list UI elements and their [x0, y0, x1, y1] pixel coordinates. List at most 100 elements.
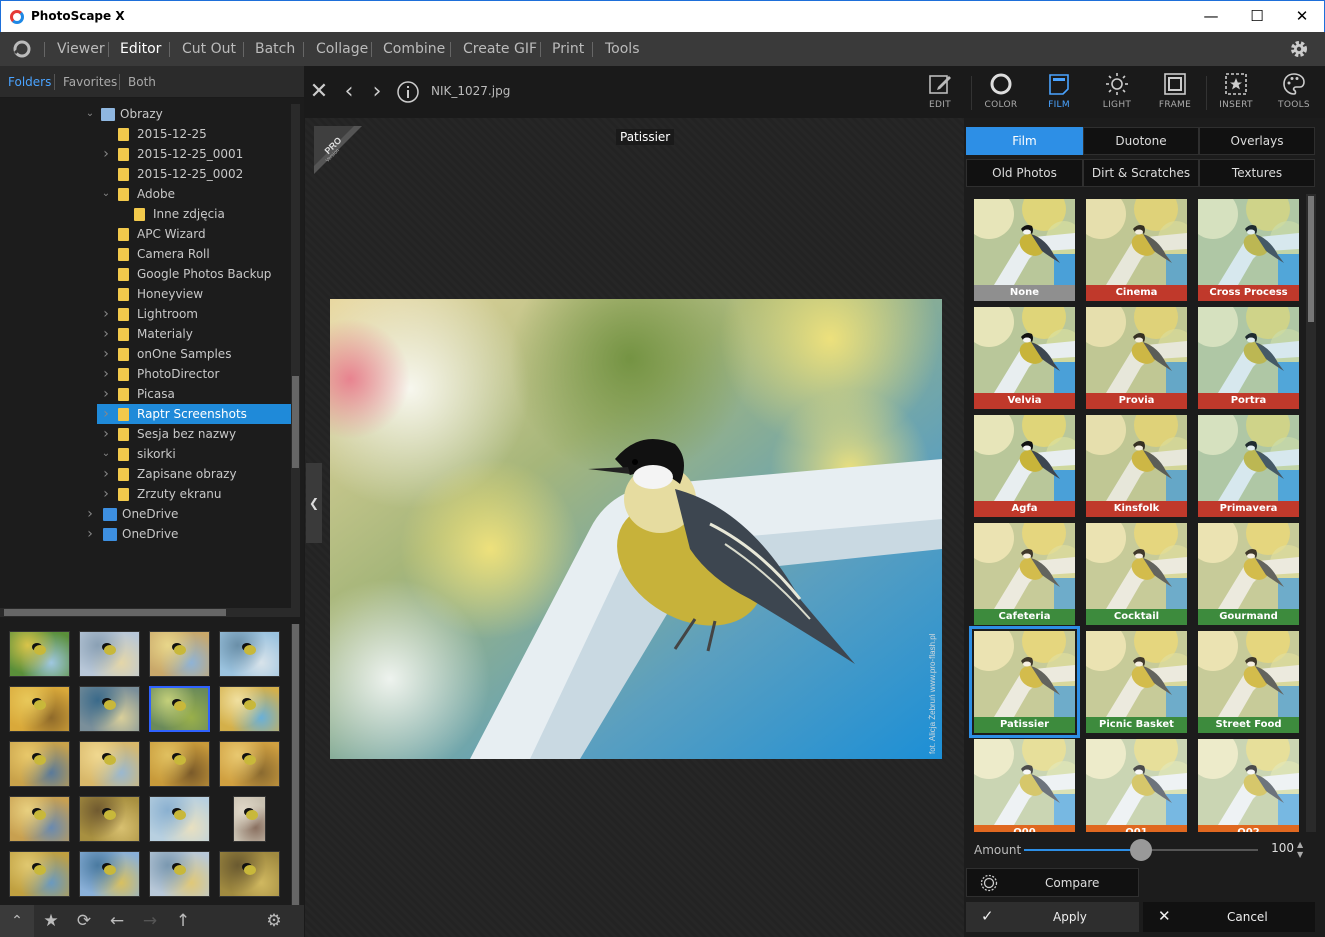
filter-primavera[interactable]: Primavera: [1198, 415, 1299, 517]
photo-thumbnail[interactable]: [149, 631, 210, 677]
menu-tools[interactable]: Tools: [605, 41, 640, 57]
chevron-right-icon[interactable]: ›: [84, 504, 96, 524]
photo-thumbnail[interactable]: [219, 631, 280, 677]
filter-cinema[interactable]: Cinema: [1086, 199, 1187, 301]
minimize-button[interactable]: —: [1188, 1, 1234, 32]
tab-folders[interactable]: Folders: [8, 75, 51, 89]
folder-tree-item[interactable]: › Picasa: [97, 384, 292, 404]
photo-thumbnail[interactable]: [149, 851, 210, 897]
back-arrow-icon[interactable]: ←: [106, 910, 128, 932]
forward-arrow-icon[interactable]: →: [139, 910, 161, 932]
photo-thumbnail[interactable]: [219, 741, 280, 787]
filter-provia[interactable]: Provia: [1086, 307, 1187, 409]
folder-tree-item[interactable]: › Zrzuty ekranu: [97, 484, 292, 504]
menu-create-gif[interactable]: Create GIF: [463, 41, 537, 57]
chevron-down-icon[interactable]: ⌄: [100, 444, 112, 464]
folder-tree-item[interactable]: ⌄ Obrazy: [86, 104, 292, 124]
tab-both[interactable]: Both: [128, 75, 156, 89]
scrollbar-thumb[interactable]: [292, 376, 299, 468]
folder-tree-item[interactable]: APC Wizard: [97, 224, 292, 244]
collapse-panel-button[interactable]: ❮: [306, 463, 322, 543]
filter-patissier[interactable]: Patissier: [969, 626, 1080, 738]
photo-thumbnail[interactable]: [9, 796, 70, 842]
filter-gourmand[interactable]: Gourmand: [1198, 523, 1299, 625]
photo-thumbnail[interactable]: [9, 851, 70, 897]
filter-cocktail[interactable]: Cocktail: [1086, 523, 1187, 625]
folder-tree-item[interactable]: › Lightroom: [97, 304, 292, 324]
settings-gear-icon[interactable]: [1288, 38, 1310, 60]
filter-street-food[interactable]: Street Food: [1198, 631, 1299, 733]
photo-thumbnail[interactable]: [233, 796, 266, 842]
tool-light[interactable]: LIGHT: [1088, 66, 1146, 118]
thumbnail-scrollbar[interactable]: [291, 624, 300, 929]
home-icon[interactable]: [12, 39, 32, 59]
amount-stepper-icon[interactable]: ▲ ▼: [1297, 840, 1303, 860]
compare-button[interactable]: Compare: [966, 868, 1139, 897]
photo-thumbnail[interactable]: [9, 631, 70, 677]
photo-thumbnail[interactable]: [79, 631, 140, 677]
folder-tree-item[interactable]: Google Photos Backup: [97, 264, 292, 284]
close-icon[interactable]: ✕: [306, 79, 332, 105]
tool-color[interactable]: COLOR: [972, 66, 1030, 118]
folder-tree-item[interactable]: Inne zdjęcia: [97, 204, 292, 224]
menu-batch[interactable]: Batch: [255, 41, 295, 57]
filter-q00[interactable]: Q00: [974, 739, 1075, 832]
tool-insert[interactable]: INSERT: [1207, 66, 1265, 118]
tab-textures[interactable]: Textures: [1199, 159, 1315, 187]
chevron-right-icon[interactable]: ›: [100, 304, 112, 324]
photo-thumbnail[interactable]: [9, 686, 70, 732]
filter-grid-scrollbar[interactable]: [1306, 194, 1316, 832]
apply-button[interactable]: ✓ Apply: [966, 902, 1139, 932]
chevron-right-icon[interactable]: ›: [100, 404, 112, 424]
thumbnail-settings-gear-icon[interactable]: ⚙: [263, 910, 285, 932]
tab-old-photos[interactable]: Old Photos: [966, 159, 1083, 187]
amount-slider-handle[interactable]: [1130, 839, 1152, 861]
chevron-right-icon[interactable]: ›: [100, 324, 112, 344]
photo-thumbnail[interactable]: [79, 686, 140, 732]
tab-dirt-scratches[interactable]: Dirt & Scratches: [1083, 159, 1199, 187]
photo-thumbnail[interactable]: [79, 851, 140, 897]
photo-thumbnail[interactable]: [219, 686, 280, 732]
folder-tree-item[interactable]: ⌄ sikorki: [97, 444, 292, 464]
chevron-down-icon[interactable]: ⌄: [84, 104, 96, 124]
photo-thumbnail[interactable]: [219, 851, 280, 897]
previous-image-icon[interactable]: ‹: [336, 79, 362, 105]
filter-kinsfolk[interactable]: Kinsfolk: [1086, 415, 1187, 517]
filter-velvia[interactable]: Velvia: [974, 307, 1075, 409]
filter-q02[interactable]: Q02: [1198, 739, 1299, 832]
folder-tree-item[interactable]: ⌄ Adobe: [97, 184, 292, 204]
menu-editor[interactable]: Editor: [120, 41, 161, 57]
chevron-down-icon[interactable]: ⌄: [100, 184, 112, 204]
tool-edit[interactable]: EDIT: [911, 66, 969, 118]
filter-cafeteria[interactable]: Cafeteria: [974, 523, 1075, 625]
chevron-right-icon[interactable]: ›: [100, 384, 112, 404]
filter-none[interactable]: None: [974, 199, 1075, 301]
filter-cross-process[interactable]: Cross Process: [1198, 199, 1299, 301]
photo-thumbnail[interactable]: [149, 796, 210, 842]
photo-thumbnail[interactable]: [9, 741, 70, 787]
folder-tree-item[interactable]: 2015-12-25_0002: [97, 164, 292, 184]
info-icon[interactable]: [395, 79, 421, 105]
chevron-right-icon[interactable]: ›: [100, 464, 112, 484]
cancel-button[interactable]: ✕ Cancel: [1143, 902, 1315, 932]
folder-tree-item[interactable]: 2015-12-25: [97, 124, 292, 144]
tab-favorites[interactable]: Favorites: [63, 75, 117, 89]
photo-thumbnail[interactable]: [149, 741, 210, 787]
folder-tree-item[interactable]: › Sesja bez nazwy: [97, 424, 292, 444]
tool-film[interactable]: FILM: [1030, 66, 1088, 118]
next-image-icon[interactable]: ›: [364, 79, 390, 105]
tab-overlays[interactable]: Overlays: [1199, 127, 1315, 155]
tab-duotone[interactable]: Duotone: [1083, 127, 1199, 155]
star-icon[interactable]: ★: [40, 910, 62, 932]
photo-thumbnail[interactable]: [79, 741, 140, 787]
chevron-right-icon[interactable]: ›: [100, 344, 112, 364]
folder-tree-hscrollbar[interactable]: [0, 608, 300, 617]
chevron-right-icon[interactable]: ›: [84, 524, 96, 544]
close-window-button[interactable]: ✕: [1279, 1, 1325, 32]
tool-frame[interactable]: FRAME: [1146, 66, 1204, 118]
scrollbar-thumb[interactable]: [292, 624, 299, 929]
filter-q01[interactable]: Q01: [1086, 739, 1187, 832]
folder-tree-item[interactable]: › OneDrive: [0, 504, 292, 524]
folder-tree-item[interactable]: › 2015-12-25_0001: [97, 144, 292, 164]
chevron-up-icon[interactable]: ⌃: [0, 905, 34, 937]
